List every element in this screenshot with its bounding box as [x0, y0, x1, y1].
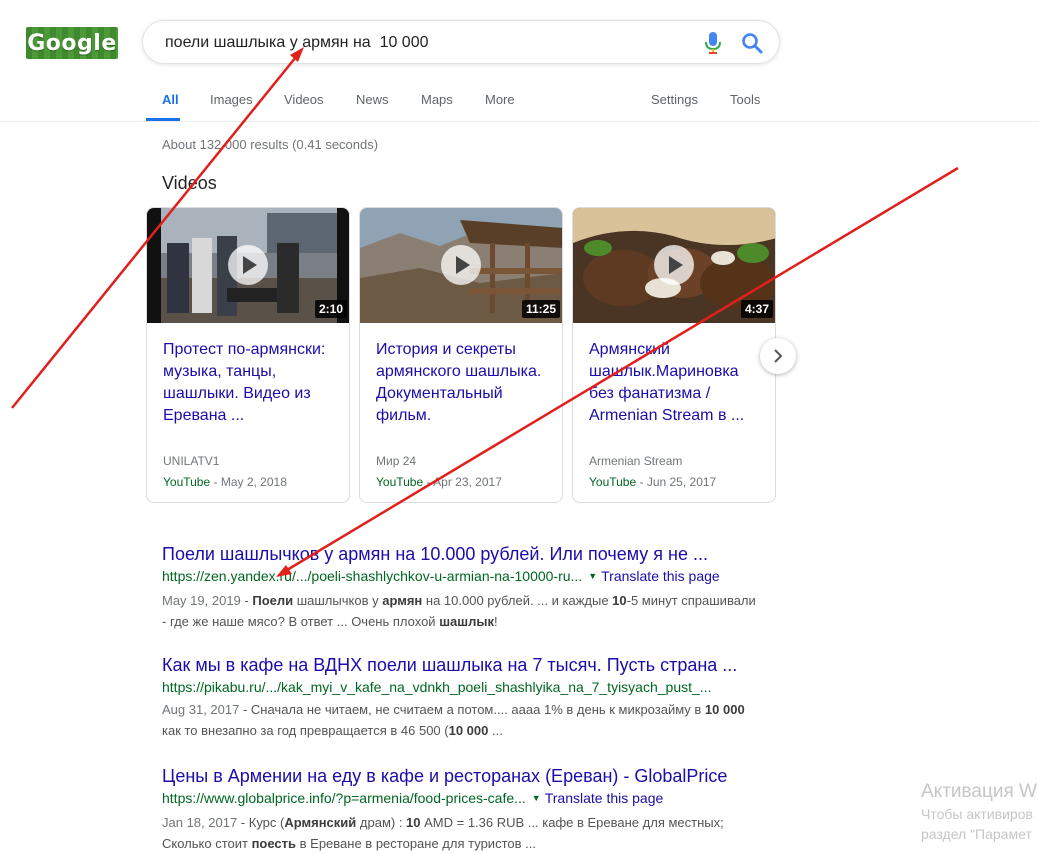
result-stats: About 132 000 results (0.41 seconds) — [162, 137, 379, 152]
result-snippet: Aug 31, 2017 - Сначала не читаем, не счи… — [162, 699, 762, 741]
tab-news[interactable]: News — [356, 92, 389, 107]
snippet-bold: шашлык — [439, 614, 494, 629]
search-input[interactable] — [163, 31, 687, 55]
snippet-text: - Курс ( — [237, 815, 285, 830]
snippet-text: на 10.000 рублей. ... и каждые — [422, 593, 613, 608]
snippet-text: ! — [493, 614, 498, 629]
snippet-text: - — [240, 593, 253, 608]
watermark-line: раздел "Парамет — [921, 826, 1032, 842]
snippet-text: шашлычков у — [293, 593, 383, 608]
snippet-bold: 10 000 — [704, 702, 745, 717]
snippet-bold: Поели — [252, 593, 294, 608]
search-icon[interactable] — [740, 31, 764, 55]
play-icon[interactable] — [228, 245, 268, 285]
search-result: Цены в Армении на еду в кафе и ресторана… — [162, 765, 772, 854]
snippet-bold: 10 — [612, 593, 627, 608]
dropdown-arrow-icon[interactable]: ▼ — [532, 793, 541, 803]
result-url: https://www.globalprice.info/?p=armenia/… — [162, 789, 772, 809]
result-url: https://pikabu.ru/.../kak_myi_v_kafe_na_… — [162, 678, 772, 696]
video-duration: 11:25 — [521, 300, 560, 318]
snippet-text: как то внезапно за год превращается в 46… — [162, 723, 449, 738]
video-source: Armenian Stream — [589, 454, 683, 468]
snippet-bold: 10 000 — [448, 723, 489, 738]
video-title[interactable]: История и секреты армянского шашлыка. До… — [376, 339, 554, 427]
video-meta: YouTube - Jun 25, 2017 — [589, 475, 716, 489]
videos-next-button[interactable] — [760, 338, 796, 374]
snippet-bold: поесть — [251, 836, 297, 851]
result-title-link[interactable]: Цены в Армении на еду в кафе и ресторана… — [162, 765, 772, 787]
video-platform: YouTube — [163, 475, 211, 489]
result-url-text[interactable]: https://www.globalprice.info/?p=armenia/… — [162, 790, 526, 806]
video-duration: 2:10 — [314, 300, 347, 318]
result-title-link[interactable]: Поели шашлычков у армян на 10.000 рублей… — [162, 543, 772, 565]
snippet-bold: 10 — [406, 815, 421, 830]
snippet-text: в Ереване в ресторане для туристов ... — [296, 836, 536, 851]
google-logo[interactable]: Google — [26, 27, 118, 59]
result-snippet: Jan 18, 2017 - Курс (Армянский драм) : 1… — [162, 812, 762, 854]
search-result: Как мы в кафе на ВДНХ поели шашлыка на 7… — [162, 654, 772, 741]
activation-watermark: Активация W Чтобы активиров раздел "Пара… — [921, 780, 1037, 844]
play-icon[interactable] — [441, 245, 481, 285]
snippet-text: - Сначала не читаем, не считаем а потом.… — [239, 702, 705, 717]
tab-images[interactable]: Images — [210, 92, 253, 107]
video-card[interactable]: 11:25 История и секреты армянского шашлы… — [359, 207, 563, 503]
video-source: UNILATV1 — [163, 454, 220, 468]
microphone-icon[interactable] — [703, 31, 723, 55]
result-url-text[interactable]: https://pikabu.ru/.../kak_myi_v_kafe_na_… — [162, 679, 711, 695]
result-snippet: May 19, 2019 - Поели шашлычков у армян н… — [162, 590, 762, 632]
tab-tools[interactable]: Tools — [730, 92, 760, 107]
result-date: Jan 18, 2017 — [162, 815, 238, 830]
video-date: - Apr 23, 2017 — [423, 475, 502, 489]
dropdown-arrow-icon[interactable]: ▼ — [588, 571, 597, 581]
tab-videos[interactable]: Videos — [284, 92, 324, 107]
header-divider — [0, 121, 1039, 122]
translate-link[interactable]: Translate this page — [601, 568, 720, 584]
snippet-text: ... — [488, 723, 503, 738]
snippet-text: драм) : — [356, 815, 407, 830]
tab-all[interactable]: All — [162, 92, 179, 107]
video-duration: 4:37 — [740, 300, 773, 318]
video-meta: YouTube - May 2, 2018 — [163, 475, 287, 489]
video-platform: YouTube — [376, 475, 424, 489]
play-icon[interactable] — [654, 245, 694, 285]
tab-more[interactable]: More — [485, 92, 515, 107]
watermark-line: Активация W — [921, 781, 1037, 802]
search-box[interactable] — [142, 20, 780, 64]
video-source: Мир 24 — [376, 454, 417, 468]
chevron-right-icon — [774, 349, 783, 363]
video-date: - May 2, 2018 — [210, 475, 287, 489]
video-title[interactable]: Армянский шашлык.Мариновка без фанатизма… — [589, 339, 767, 427]
video-date: - Jun 25, 2017 — [636, 475, 717, 489]
result-date: Aug 31, 2017 — [162, 702, 240, 717]
result-title-link[interactable]: Как мы в кафе на ВДНХ поели шашлыка на 7… — [162, 654, 772, 676]
video-platform: YouTube — [589, 475, 637, 489]
video-meta: YouTube - Apr 23, 2017 — [376, 475, 502, 489]
video-thumbnail[interactable]: 11:25 — [360, 208, 562, 323]
videos-heading: Videos — [162, 173, 217, 193]
result-url-text[interactable]: https://zen.yandex.ru/.../poeli-shashlyc… — [162, 568, 582, 584]
video-card[interactable]: 2:10 Протест по-армянски: музыка, танцы,… — [146, 207, 350, 503]
video-thumbnail[interactable]: 4:37 — [573, 208, 775, 323]
snippet-bold: армян — [382, 593, 423, 608]
tab-settings[interactable]: Settings — [651, 92, 698, 107]
watermark-line: Чтобы активиров — [921, 806, 1033, 822]
snippet-bold: Армянский — [284, 815, 357, 830]
translate-link[interactable]: Translate this page — [545, 790, 664, 806]
result-url: https://zen.yandex.ru/.../poeli-shashlyc… — [162, 567, 772, 587]
tab-maps[interactable]: Maps — [421, 92, 453, 107]
video-thumbnail[interactable]: 2:10 — [147, 208, 349, 323]
video-title[interactable]: Протест по-армянски: музыка, танцы, шашл… — [163, 339, 341, 427]
result-date: May 19, 2019 — [162, 593, 241, 608]
search-result: Поели шашлычков у армян на 10.000 рублей… — [162, 543, 772, 632]
video-card[interactable]: 4:37 Армянский шашлык.Мариновка без фана… — [572, 207, 776, 503]
